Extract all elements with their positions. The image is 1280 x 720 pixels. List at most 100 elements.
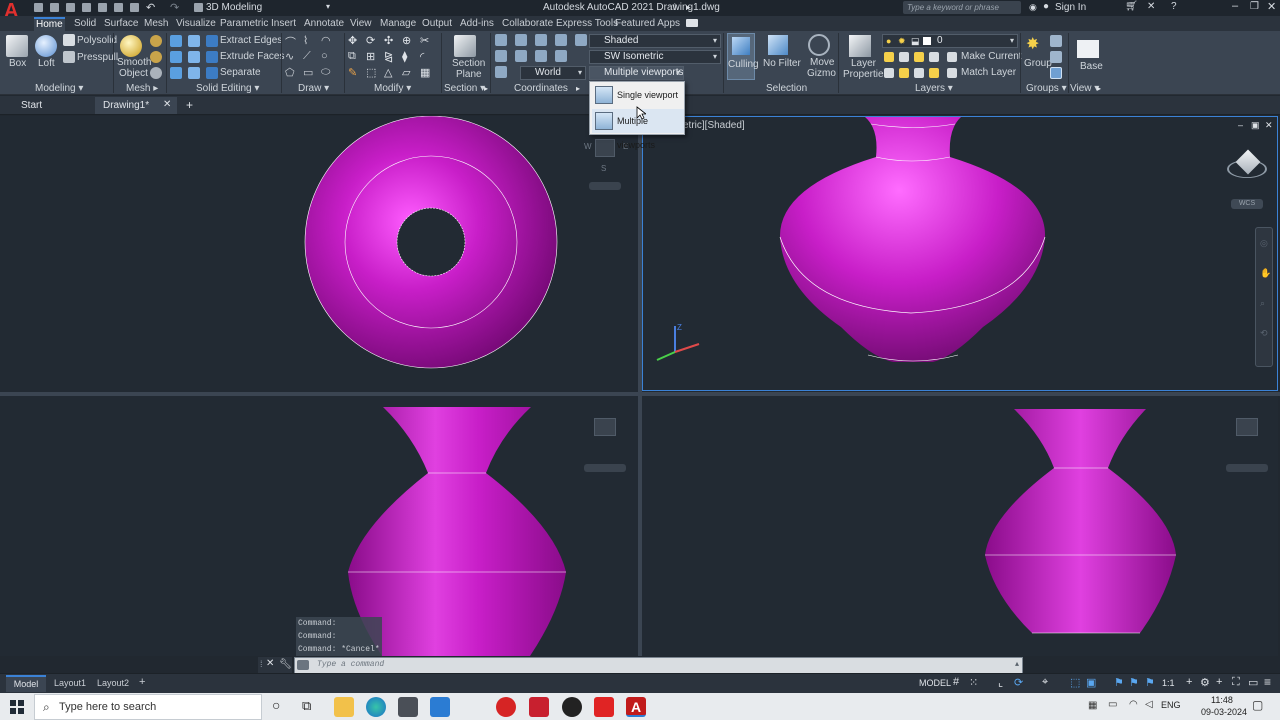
- box-button[interactable]: Box: [9, 58, 26, 69]
- no-filter-button[interactable]: No Filter: [763, 58, 801, 69]
- selection-panel-title[interactable]: Selection: [766, 82, 807, 95]
- separate-button[interactable]: Separate: [220, 67, 261, 78]
- clock-time[interactable]: 11:48: [1211, 695, 1233, 705]
- file-explorer-icon[interactable]: [334, 697, 354, 717]
- grip-icon[interactable]: ⁞: [260, 659, 263, 669]
- viewport-config-dropdown[interactable]: Multiple viewports ▾: [589, 66, 684, 80]
- workspace-dropdown[interactable]: 3D Modeling ▾: [206, 2, 336, 14]
- minimize-icon[interactable]: –: [1232, 0, 1238, 12]
- solid-tool-icon[interactable]: [188, 35, 200, 47]
- ellipse-icon[interactable]: ⬭: [321, 66, 330, 79]
- ucs-3point-icon[interactable]: [495, 50, 507, 62]
- windows-start-icon[interactable]: [10, 700, 24, 714]
- ucs-face-icon[interactable]: [575, 34, 587, 46]
- wcs-badge[interactable]: [584, 464, 626, 472]
- new-tab-button[interactable]: +: [186, 98, 193, 112]
- layer-tool-icon[interactable]: [899, 68, 909, 78]
- wcs-badge[interactable]: [589, 182, 621, 190]
- web-mobile-icon[interactable]: [98, 3, 107, 12]
- layer-tool-icon[interactable]: [929, 68, 939, 78]
- base-button[interactable]: Base: [1080, 61, 1103, 72]
- array-icon[interactable]: ⊞: [366, 50, 375, 63]
- model-tab[interactable]: Model: [6, 675, 46, 692]
- mail-icon[interactable]: [430, 697, 450, 717]
- mesh-tool-icon[interactable]: [150, 35, 162, 47]
- line-icon[interactable]: ⌒: [285, 34, 296, 50]
- ucs-view-icon[interactable]: [535, 34, 547, 46]
- erase-icon[interactable]: ✎: [348, 66, 357, 79]
- move-gizmo-icon[interactable]: [808, 34, 830, 56]
- undo-icon[interactable]: ↶: [146, 1, 155, 14]
- start-tab[interactable]: Start: [0, 97, 92, 114]
- steering-wheel-icon[interactable]: ◎: [1260, 238, 1268, 249]
- view-panel-expand-icon[interactable]: ▸: [1097, 84, 1101, 93]
- new-icon[interactable]: [34, 3, 43, 12]
- tab-solid[interactable]: Solid: [72, 17, 98, 31]
- restore-icon[interactable]: ❐: [1250, 1, 1259, 12]
- annotation-visibility-icon[interactable]: ⚑: [1114, 676, 1124, 689]
- youtube-icon[interactable]: [594, 697, 614, 717]
- ucs-icon[interactable]: [495, 34, 507, 46]
- save-web-icon[interactable]: [114, 3, 123, 12]
- ucs-world-icon[interactable]: [495, 66, 507, 78]
- mesh-panel-title[interactable]: Mesh ▸: [126, 82, 158, 95]
- mesh-tool-icon[interactable]: [150, 67, 162, 79]
- group-button[interactable]: Group: [1024, 58, 1052, 69]
- tab-manage[interactable]: Manage: [378, 17, 418, 31]
- annotation-scale-icon[interactable]: ⚑: [1145, 676, 1155, 689]
- arc-icon[interactable]: ◠: [321, 34, 331, 47]
- tab-home[interactable]: Home: [34, 17, 65, 31]
- osnap-icon[interactable]: ⌖: [1042, 676, 1048, 689]
- close-icon[interactable]: ✕: [1267, 0, 1276, 13]
- wcs-badge[interactable]: WCS: [1231, 199, 1263, 209]
- section-panel-title[interactable]: Section ▾: [444, 82, 485, 95]
- layer-props-label-1[interactable]: Layer: [851, 58, 876, 69]
- layer-tool-icon[interactable]: [899, 52, 909, 62]
- coordinates-panel-title[interactable]: Coordinates: [514, 82, 568, 95]
- ucs-origin-icon[interactable]: [515, 34, 527, 46]
- trim-icon[interactable]: ✂: [420, 34, 429, 47]
- ucs-z-icon[interactable]: [555, 50, 567, 62]
- ucs-object-icon[interactable]: [555, 34, 567, 46]
- section-label-2[interactable]: Plane: [456, 69, 482, 80]
- section-plane-icon[interactable]: [454, 35, 476, 57]
- autocad-taskbar-icon[interactable]: A: [626, 697, 646, 717]
- view-direction-dropdown[interactable]: SW Isometric ▾: [589, 50, 721, 64]
- customization-icon[interactable]: ≡: [1264, 675, 1271, 689]
- group-edit-icon[interactable]: [1050, 51, 1062, 63]
- store-icon[interactable]: [398, 697, 418, 717]
- layout1-tab[interactable]: Layout1: [54, 678, 86, 688]
- circle-icon[interactable]: ○: [321, 50, 328, 62]
- view-panel-title[interactable]: View ▾: [1070, 82, 1099, 95]
- section-label-1[interactable]: Section: [452, 58, 485, 69]
- model-space-button[interactable]: MODEL: [919, 678, 951, 688]
- group-icon[interactable]: ✸: [1026, 35, 1046, 55]
- solid-tool-icon[interactable]: [188, 67, 200, 79]
- open-icon[interactable]: [50, 3, 59, 12]
- smooth-label-1[interactable]: Smooth: [117, 57, 151, 68]
- snap-icon[interactable]: ⁙: [969, 676, 978, 689]
- command-close-icon[interactable]: ✕: [266, 658, 274, 669]
- drawing-tab[interactable]: Drawing1* ✕: [95, 97, 177, 114]
- viewcube-bottom-left[interactable]: [594, 418, 616, 436]
- layer-tool-icon[interactable]: [884, 52, 894, 62]
- battery-icon[interactable]: ▭: [1108, 699, 1117, 710]
- polyline-icon[interactable]: ⌇: [303, 34, 308, 47]
- 3d-move-icon[interactable]: ✣: [384, 34, 393, 47]
- subtract-icon[interactable]: [170, 51, 182, 63]
- layers-panel-title[interactable]: Layers ▾: [915, 82, 953, 95]
- tab-featured-apps[interactable]: Featured Apps: [613, 17, 682, 31]
- navigation-bar[interactable]: ◎ ✋ ⌕ ⟲: [1255, 227, 1273, 367]
- smooth-object-icon[interactable]: [120, 35, 142, 57]
- polar-icon[interactable]: ⟳: [1014, 676, 1023, 689]
- selection-cycling-icon[interactable]: ▣: [1086, 676, 1096, 689]
- presspull-button[interactable]: Presspull: [77, 52, 118, 63]
- notification-icon[interactable]: ▢: [1252, 698, 1263, 712]
- language-indicator[interactable]: ENG: [1161, 700, 1181, 710]
- tab-annotate[interactable]: Annotate: [302, 17, 346, 31]
- section-expand-icon[interactable]: ▸: [484, 84, 488, 93]
- box-icon[interactable]: [6, 35, 28, 57]
- command-prompt-icon[interactable]: [297, 660, 309, 670]
- mesh-tool-icon[interactable]: [150, 51, 162, 63]
- isolate-objects-icon[interactable]: ⛶: [1232, 676, 1240, 689]
